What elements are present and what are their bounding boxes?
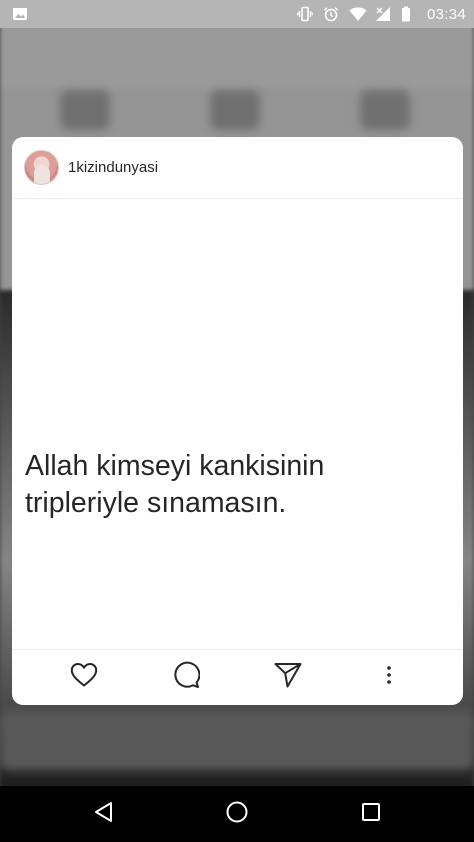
share-icon (274, 662, 302, 693)
status-bar: 03:34 (0, 0, 474, 28)
post-actions (12, 649, 463, 705)
navigation-bar (0, 786, 474, 842)
image-icon (12, 6, 28, 22)
like-button[interactable] (69, 662, 99, 692)
comment-icon (172, 661, 201, 694)
recents-icon (360, 801, 382, 828)
post-header: 1kizindunyasi (12, 137, 463, 199)
alarm-icon (323, 6, 339, 22)
wifi-icon (349, 6, 367, 22)
username[interactable]: 1kizindunyasi (68, 159, 158, 176)
back-icon (93, 801, 115, 828)
signal-icon (375, 6, 391, 22)
recents-button[interactable] (358, 801, 384, 827)
back-button[interactable] (91, 801, 117, 827)
more-button[interactable] (374, 662, 404, 692)
avatar[interactable] (24, 150, 59, 185)
home-icon (225, 800, 249, 829)
status-time: 03:34 (426, 5, 466, 23)
post-preview-card: 1kizindunyasi Allah kimseyi kankisinin t… (12, 137, 463, 705)
vibrate-icon (297, 6, 313, 22)
comment-button[interactable] (171, 661, 201, 694)
post-text: Allah kimseyi kankisinin tripleriyle sın… (25, 450, 325, 519)
heart-icon (70, 662, 98, 693)
battery-icon (401, 6, 417, 22)
more-icon (386, 665, 392, 690)
share-button[interactable] (273, 662, 303, 692)
post-image: Allah kimseyi kankisinin tripleriyle sın… (12, 199, 463, 649)
home-button[interactable] (224, 801, 250, 827)
